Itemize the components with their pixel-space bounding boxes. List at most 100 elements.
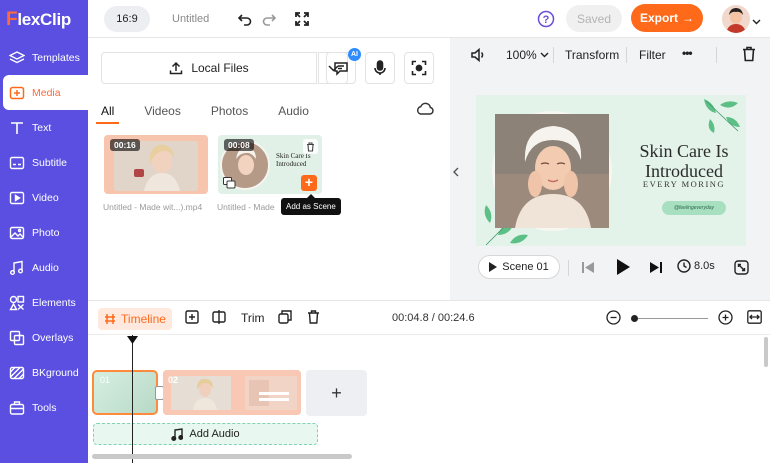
add-clip-button[interactable]: + xyxy=(306,370,367,416)
tools-icon xyxy=(8,399,26,417)
more-icon[interactable]: ••• xyxy=(682,46,693,60)
sidebar: FlexClip Templates Media Text Subtitle Video… xyxy=(0,0,88,463)
avatar[interactable] xyxy=(722,5,750,33)
delete-icon[interactable] xyxy=(742,46,756,65)
timeline-clip[interactable]: 02 xyxy=(163,370,301,415)
record-screen-button[interactable] xyxy=(404,52,434,84)
sidebar-item-label: Elements xyxy=(32,296,76,309)
vertical-scrollbar[interactable] xyxy=(764,337,768,367)
zoom-slider-track[interactable] xyxy=(633,318,708,319)
skip-forward-icon[interactable] xyxy=(650,262,662,276)
duration-badge: 00:08 xyxy=(224,139,254,151)
sidebar-item-video[interactable]: Video xyxy=(0,180,88,215)
playhead[interactable] xyxy=(132,335,133,463)
app-logo[interactable]: FlexClip xyxy=(0,0,88,40)
fit-width-icon[interactable] xyxy=(747,310,762,327)
local-files-button[interactable]: Local Files xyxy=(101,52,317,84)
project-title[interactable]: Untitled xyxy=(172,13,209,25)
sidebar-item-bkground[interactable]: BKground xyxy=(0,355,88,390)
canvas-photo xyxy=(492,111,612,231)
preview-toolbar: 100% Transform Filter ••• xyxy=(462,38,770,72)
sidebar-item-text[interactable]: Text xyxy=(0,110,88,145)
text-icon xyxy=(8,119,26,137)
screen-record-icon xyxy=(411,60,427,76)
svg-text:?: ? xyxy=(543,14,550,26)
timeline-button[interactable]: Timeline xyxy=(98,308,172,330)
clip-number: 01 xyxy=(100,375,111,385)
sidebar-item-label: Text xyxy=(32,121,52,134)
ai-badge: AI xyxy=(348,48,361,61)
redo-icon[interactable] xyxy=(257,7,281,31)
clock-icon xyxy=(677,259,691,273)
zoom-in-icon[interactable] xyxy=(718,310,733,328)
preview-canvas[interactable]: Skin Care Is Introduced EVERY MORING @fe… xyxy=(476,95,746,246)
media-item[interactable]: 00:16 xyxy=(104,135,208,194)
playhead-handle[interactable] xyxy=(127,333,138,344)
record-audio-button[interactable] xyxy=(365,52,395,84)
zoom-slider-handle[interactable] xyxy=(631,315,638,322)
horizontal-scrollbar[interactable] xyxy=(92,454,352,459)
canvas-subtitle[interactable]: EVERY MORING xyxy=(628,179,740,189)
scene-button[interactable]: Scene 01 xyxy=(478,255,560,279)
volume-icon[interactable] xyxy=(470,47,486,66)
sidebar-item-subtitle[interactable]: Subtitle xyxy=(0,145,88,180)
sidebar-item-tools[interactable]: Tools xyxy=(0,390,88,425)
collapse-panel-handle[interactable] xyxy=(450,160,462,184)
fullscreen-icon[interactable] xyxy=(290,7,314,31)
add-audio-label: Add Audio xyxy=(189,428,240,440)
overlays-icon xyxy=(8,329,26,347)
sidebar-item-overlays[interactable]: Overlays xyxy=(0,320,88,355)
sidebar-item-photo[interactable]: Photo xyxy=(0,215,88,250)
cloud-icon[interactable] xyxy=(416,102,434,118)
sidebar-item-label: Overlays xyxy=(32,331,74,344)
scene-icon xyxy=(223,177,236,189)
help-icon[interactable]: ? xyxy=(534,7,558,31)
add-audio-button[interactable]: Add Audio xyxy=(93,423,318,445)
saved-button[interactable]: Saved xyxy=(566,5,622,32)
duration-display[interactable]: 8.0s xyxy=(677,259,715,273)
play-icon[interactable] xyxy=(616,259,630,278)
delete-icon[interactable] xyxy=(307,310,320,327)
tooltip: Add as Scene xyxy=(281,194,341,215)
export-button[interactable]: Export → xyxy=(631,4,703,32)
fullscreen-icon[interactable] xyxy=(734,260,749,278)
timeline-clip[interactable]: 01 xyxy=(92,370,158,415)
play-icon xyxy=(489,262,498,272)
add-scene-icon[interactable] xyxy=(185,310,199,327)
tab-videos[interactable]: Videos xyxy=(144,104,180,124)
zoom-out-icon[interactable] xyxy=(606,310,621,328)
sidebar-item-media[interactable]: Media xyxy=(3,75,88,110)
media-icon xyxy=(8,84,26,102)
export-label: Export xyxy=(639,11,678,25)
transform-button[interactable]: Transform xyxy=(565,48,619,62)
chevron-left-icon xyxy=(453,167,459,177)
trash-icon[interactable] xyxy=(303,139,318,154)
sidebar-item-label: Subtitle xyxy=(32,156,68,169)
aspect-ratio-button[interactable]: 16:9 xyxy=(104,5,150,32)
chevron-down-icon[interactable] xyxy=(752,14,761,28)
split-icon[interactable] xyxy=(212,310,226,327)
zoom-select[interactable]: 100% xyxy=(506,48,549,62)
skip-back-icon[interactable] xyxy=(582,262,594,276)
trim-button[interactable]: Trim xyxy=(241,311,265,325)
sidebar-item-elements[interactable]: Elements xyxy=(0,285,88,320)
duplicate-icon[interactable] xyxy=(278,310,292,327)
playback-controls: Scene 01 8.0s xyxy=(462,250,770,286)
timeline-toolbar: Timeline Trim 00:04.8 / 00:24.6 xyxy=(88,300,770,335)
top-toolbar: 16:9 Untitled ? Saved Export → xyxy=(88,0,770,38)
add-as-scene-button[interactable]: + xyxy=(301,175,317,191)
divider xyxy=(716,47,717,63)
tab-photos[interactable]: Photos xyxy=(211,104,248,124)
canvas-handle-pill[interactable]: @feelingeveryday xyxy=(662,201,726,215)
sidebar-item-templates[interactable]: Templates xyxy=(0,40,88,75)
video-icon xyxy=(8,189,26,207)
duration-value: 8.0s xyxy=(694,260,715,272)
layers-icon xyxy=(8,49,26,67)
media-caption: Untitled - Made xyxy=(217,202,275,212)
undo-icon[interactable] xyxy=(233,7,257,31)
tab-all[interactable]: All xyxy=(96,104,120,124)
sidebar-item-audio[interactable]: Audio xyxy=(0,250,88,285)
canvas-title[interactable]: Skin Care Is Introduced xyxy=(628,141,740,181)
tab-audio[interactable]: Audio xyxy=(278,104,309,124)
filter-button[interactable]: Filter xyxy=(639,48,666,62)
